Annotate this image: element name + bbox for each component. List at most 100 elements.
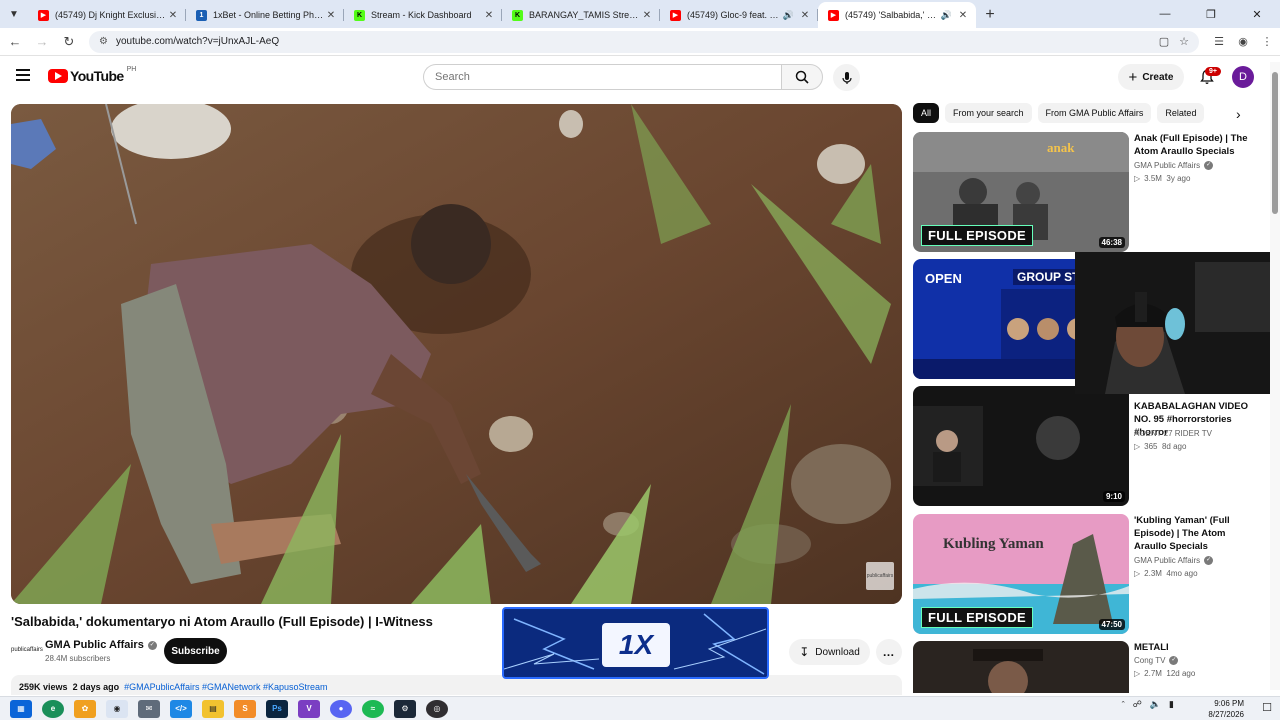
photos-icon[interactable]: ✿ (74, 699, 96, 718)
sublime-icon[interactable]: S (234, 699, 256, 718)
video-thumbnail[interactable]: Kubling Yaman FULL EPISODE 47:50 (913, 514, 1129, 634)
scrollbar-thumb[interactable] (1272, 72, 1278, 214)
tab-close-icon[interactable]: ✕ (166, 10, 180, 21)
download-button[interactable]: ↧ Download (789, 639, 870, 665)
feedback-icon[interactable]: ✉ (138, 699, 160, 718)
windows-taskbar: ▦ e ✿ ◉ ✉ </> ▤ S Ps V ● ≈ ⚙ ◎ ˆ ☍ 🔈 ▮ 9… (0, 696, 1280, 720)
hashtags[interactable]: #GMAPublicAffairs #GMANetwork #KapusoStr… (124, 682, 327, 692)
duration-badge: 46:38 (1098, 237, 1125, 248)
description-box[interactable]: 259K views 2 days ago #GMAPublicAffairs … (11, 675, 902, 695)
notification-center-icon[interactable]: ☐ (1262, 701, 1272, 714)
duration-badge: 47:50 (1098, 619, 1125, 630)
recommendation-channel[interactable]: AGENT 27 RIDER TV (1134, 429, 1212, 438)
reload-icon[interactable]: ↻ (57, 30, 81, 54)
full-episode-label: FULL EPISODE (921, 607, 1033, 628)
cast-icon[interactable]: ▢ (1159, 35, 1169, 48)
search-input[interactable]: Search (423, 64, 782, 90)
video-player[interactable]: publicaffairs (11, 104, 902, 604)
more-actions-icon[interactable]: … (876, 639, 902, 665)
chip-from-your-search[interactable]: From your search (945, 103, 1032, 123)
recommendation-channel[interactable]: Cong TV ✓ (1134, 656, 1179, 665)
chrome-icon[interactable]: ◉ (106, 699, 128, 718)
recommendation-title[interactable]: METALI (1134, 641, 1258, 654)
file-explorer-icon[interactable]: ▤ (202, 699, 224, 718)
chevron-right-icon[interactable]: › (1236, 106, 1241, 122)
edge-icon[interactable]: e (42, 699, 64, 718)
tab-close-icon[interactable]: ✕ (798, 10, 812, 21)
onexbet-favicon-icon: 1 (196, 9, 207, 21)
upload-age: 3y ago (1166, 174, 1191, 183)
create-button[interactable]: + Create (1118, 64, 1184, 90)
channel-watermark[interactable]: publicaffairs (866, 562, 894, 590)
tab-close-icon[interactable]: ✕ (482, 10, 496, 21)
back-icon[interactable]: ← (3, 30, 27, 54)
restore-icon[interactable]: ❐ (1188, 0, 1234, 28)
bookmark-star-icon[interactable]: ☆ (1179, 35, 1189, 48)
account-avatar[interactable]: D (1232, 66, 1254, 88)
network-icon[interactable]: ☍ (1133, 699, 1142, 710)
recommendation-item[interactable]: anak FULL EPISODE 46:38 Anak (Full Episo… (913, 132, 1258, 252)
speaker-icon[interactable]: 🔊 (941, 10, 952, 21)
recommendation-title[interactable]: 'Kubling Yaman' (Full Episode) | The Ato… (1134, 514, 1258, 553)
youtube-favicon-icon: ▶ (38, 9, 49, 21)
recommendation-title[interactable]: Anak (Full Episode) | The Atom Araullo S… (1134, 132, 1258, 158)
browser-tab[interactable]: K BARANGAY_TAMIS Stream - W ✕ (502, 2, 660, 28)
browser-tab[interactable]: ▶ (45749) Gloc-9 feat. Bishnu Pan 🔊 ✕ (660, 2, 818, 28)
tab-search-icon[interactable]: ▼ (0, 0, 28, 28)
steam-icon[interactable]: ⚙ (394, 699, 416, 718)
recommendation-item[interactable]: METALI Cong TV ✓ ▷ 2.7M 12d ago (913, 641, 1258, 693)
tab-close-icon[interactable]: ✕ (324, 10, 338, 21)
spotify-icon[interactable]: ≈ (362, 699, 384, 718)
subscribe-button[interactable]: Subscribe (164, 638, 227, 664)
site-info-icon[interactable]: ⚙ (99, 36, 108, 47)
photoshop-icon[interactable]: Ps (266, 699, 288, 718)
media-controls-icon[interactable]: ☰ (1207, 35, 1231, 48)
taskbar-clock[interactable]: 9:06 PM 8/27/2026 (1208, 698, 1244, 720)
onexbet-ad-overlay[interactable]: 1X (502, 607, 769, 679)
battery-icon[interactable]: ▮ (1169, 699, 1174, 710)
profile-icon[interactable]: ◉ (1231, 35, 1255, 48)
browser-tab[interactable]: ▶ (45749) Dj Knight Exclusive ( lo ✕ (28, 2, 186, 28)
upload-age: 12d ago (1166, 669, 1196, 678)
chip-from-gma-public-affairs[interactable]: From GMA Public Affairs (1037, 103, 1152, 123)
visual-studio-icon[interactable]: V (298, 699, 320, 718)
close-icon[interactable]: ✕ (1234, 0, 1280, 28)
chip-all[interactable]: All (913, 103, 940, 123)
volume-icon[interactable]: 🔈 (1150, 699, 1161, 710)
video-thumbnail[interactable]: anak FULL EPISODE 46:38 (913, 132, 1129, 252)
windows-start-icon[interactable]: ▦ (10, 699, 32, 718)
obs-icon[interactable]: ◎ (426, 699, 448, 718)
recommendation-channel[interactable]: GMA Public Affairs ✓ (1134, 161, 1214, 170)
video-thumbnail[interactable] (913, 641, 1129, 693)
recommendation-item[interactable]: 9:10 KABABALAGHAN VIDEO NO. 95 #horrorst… (913, 386, 1258, 506)
forward-icon[interactable]: → (30, 30, 54, 54)
youtube-logo[interactable]: YouTube PH (48, 66, 136, 84)
verified-icon: ✓ (147, 640, 157, 650)
channel-avatar[interactable]: publicaffairs (11, 642, 43, 658)
recommendation-channel[interactable]: GMA Public Affairs ✓ (1134, 556, 1214, 565)
tab-close-icon[interactable]: ✕ (640, 10, 654, 21)
vscode-icon[interactable]: </> (170, 699, 192, 718)
recommendation-item[interactable]: Kubling Yaman FULL EPISODE 47:50 'Kublin… (913, 514, 1258, 634)
browser-tab-active[interactable]: ▶ (45749) 'Salbabida,' dokum 🔊 ✕ (818, 2, 976, 28)
menu-icon[interactable] (16, 69, 30, 81)
browser-menu-icon[interactable]: ⋮ (1255, 35, 1279, 48)
browser-tab[interactable]: K Stream - Kick Dashboard ✕ (344, 2, 502, 28)
search-button[interactable] (781, 64, 823, 90)
tab-close-icon[interactable]: ✕ (956, 10, 970, 21)
chip-related[interactable]: Related (1157, 103, 1205, 123)
discord-icon[interactable]: ● (330, 699, 352, 718)
browser-tab[interactable]: 1 1xBet - Online Betting Philippin ✕ (186, 2, 344, 28)
voice-search-button[interactable] (833, 64, 860, 91)
video-thumbnail[interactable]: 9:10 (913, 386, 1129, 506)
channel-name-text: GMA Public Affairs (1134, 556, 1201, 565)
url-text[interactable]: youtube.com/watch?v=jUnxAJL-AeQ (116, 36, 1149, 47)
speaker-icon[interactable]: 🔊 (783, 10, 794, 21)
channel-name[interactable]: GMA Public Affairs ✓ (45, 639, 157, 651)
minimize-icon[interactable]: — (1142, 0, 1188, 28)
chevron-up-icon[interactable]: ˆ (1122, 700, 1125, 710)
omnibox[interactable]: ⚙ youtube.com/watch?v=jUnxAJL-AeQ ▢ ☆ (89, 30, 1199, 53)
recommendation-meta: ▷ 2.7M 12d ago (1134, 669, 1195, 678)
new-tab-button[interactable]: + (976, 2, 1004, 28)
kick-favicon-icon: K (512, 9, 523, 21)
